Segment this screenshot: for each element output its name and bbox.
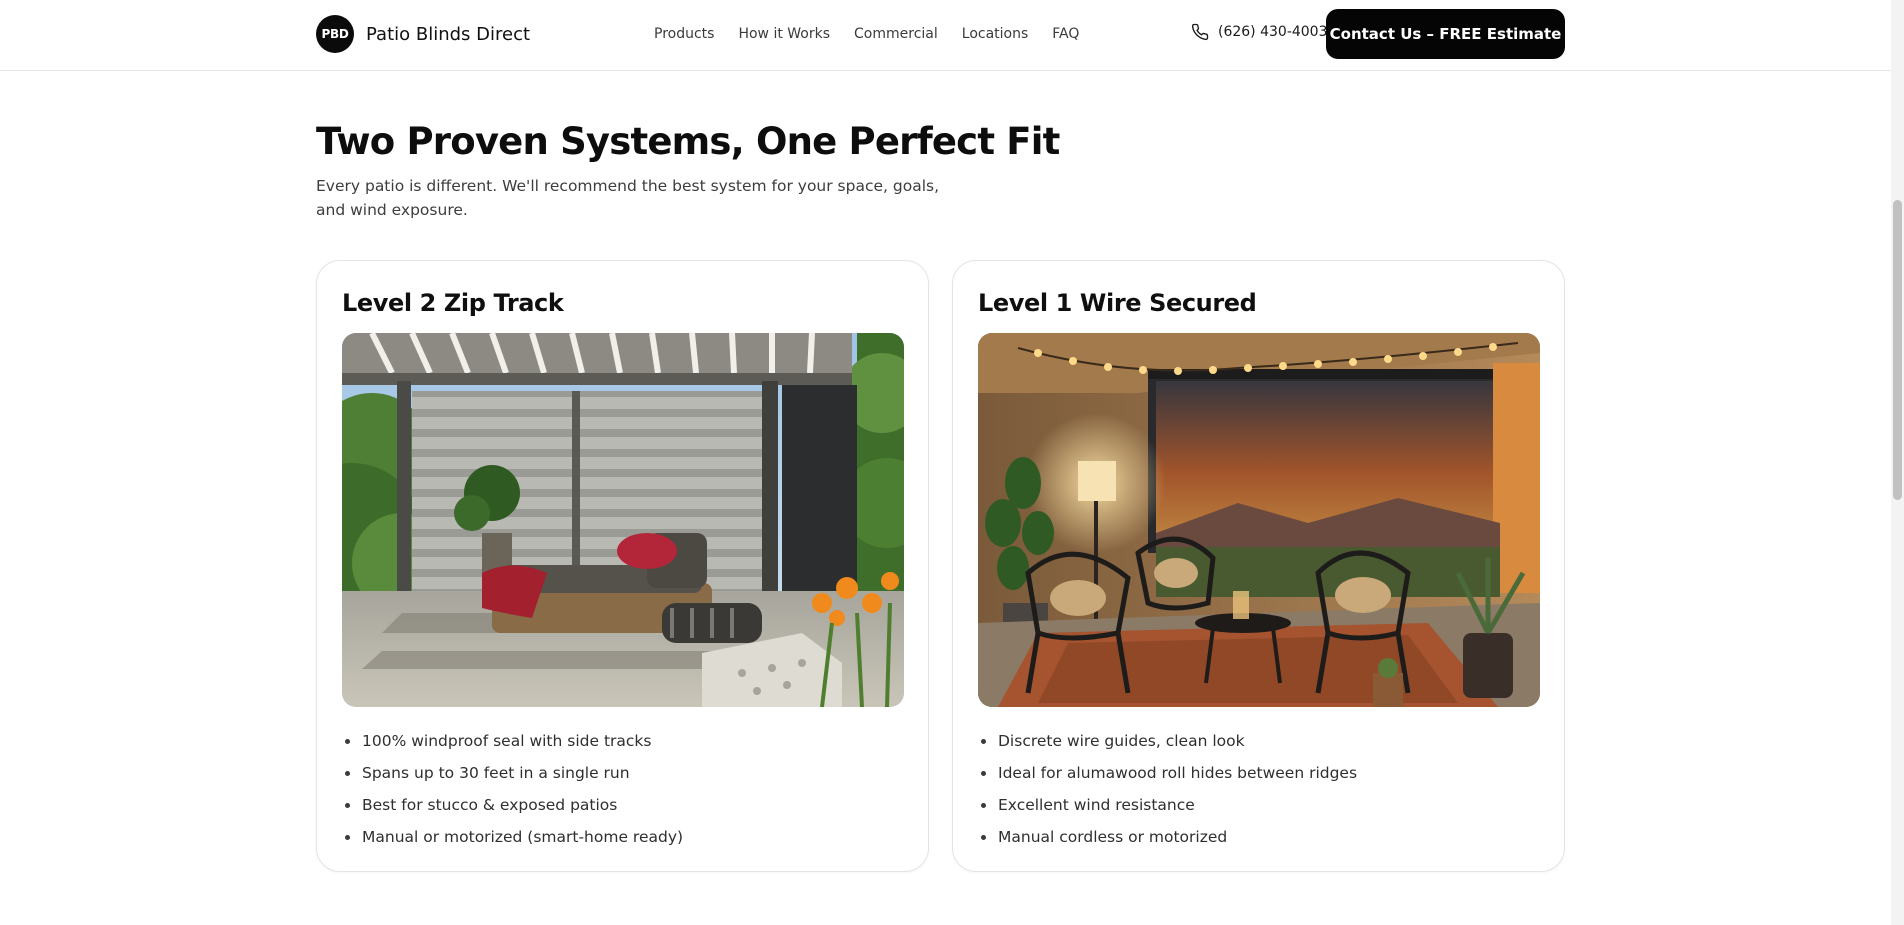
brand-link[interactable]: PBD Patio Blinds Direct [316, 15, 530, 53]
nav-products[interactable]: Products [654, 23, 714, 45]
phone-link[interactable]: (626) 430-4003 [1191, 23, 1328, 41]
scrollbar-thumb[interactable] [1893, 200, 1902, 500]
page-scrollbar[interactable] [1891, 0, 1904, 925]
feature-item: 100% windproof seal with side tracks [342, 730, 683, 752]
nav-faq[interactable]: FAQ [1052, 23, 1079, 45]
zip-track-patio-image [342, 333, 904, 707]
feature-item: Manual or motorized (smart-home ready) [342, 826, 683, 848]
feature-item: Best for stucco & exposed patios [342, 794, 683, 816]
feature-list: 100% windproof seal with side tracks Spa… [342, 730, 683, 858]
product-card-zip-track: Level 2 Zip Track 100% windproof seal wi… [316, 260, 929, 872]
page: PBD Patio Blinds Direct Products How it … [0, 0, 1904, 925]
contact-estimate-button[interactable]: Contact Us – FREE Estimate [1326, 9, 1565, 59]
nav-how-it-works[interactable]: How it Works [738, 23, 830, 45]
wire-secured-patio-image [978, 333, 1540, 707]
card-title: Level 2 Zip Track [342, 289, 564, 317]
site-header: PBD Patio Blinds Direct Products How it … [0, 0, 1904, 71]
product-card-wire-secured: Level 1 Wire Secured Discrete wire guide… [952, 260, 1565, 872]
feature-list: Discrete wire guides, clean look Ideal f… [978, 730, 1357, 858]
section-subtitle: Every patio is different. We'll recommen… [316, 177, 940, 219]
phone-number: (626) 430-4003 [1218, 24, 1328, 40]
feature-item: Spans up to 30 feet in a single run [342, 762, 683, 784]
brand-name: Patio Blinds Direct [366, 23, 531, 45]
main-nav: Products How it Works Commercial Locatio… [654, 23, 1103, 45]
feature-item: Discrete wire guides, clean look [978, 730, 1357, 752]
logo-badge: PBD [316, 15, 354, 53]
section-title: Two Proven Systems, One Perfect Fit [316, 120, 1060, 163]
feature-item: Manual cordless or motorized [978, 826, 1357, 848]
feature-item: Ideal for alumawood roll hides between r… [978, 762, 1357, 784]
phone-icon [1191, 23, 1209, 41]
nav-commercial[interactable]: Commercial [854, 23, 938, 45]
nav-locations[interactable]: Locations [962, 23, 1029, 45]
feature-item: Excellent wind resistance [978, 794, 1357, 816]
card-title: Level 1 Wire Secured [978, 289, 1257, 317]
